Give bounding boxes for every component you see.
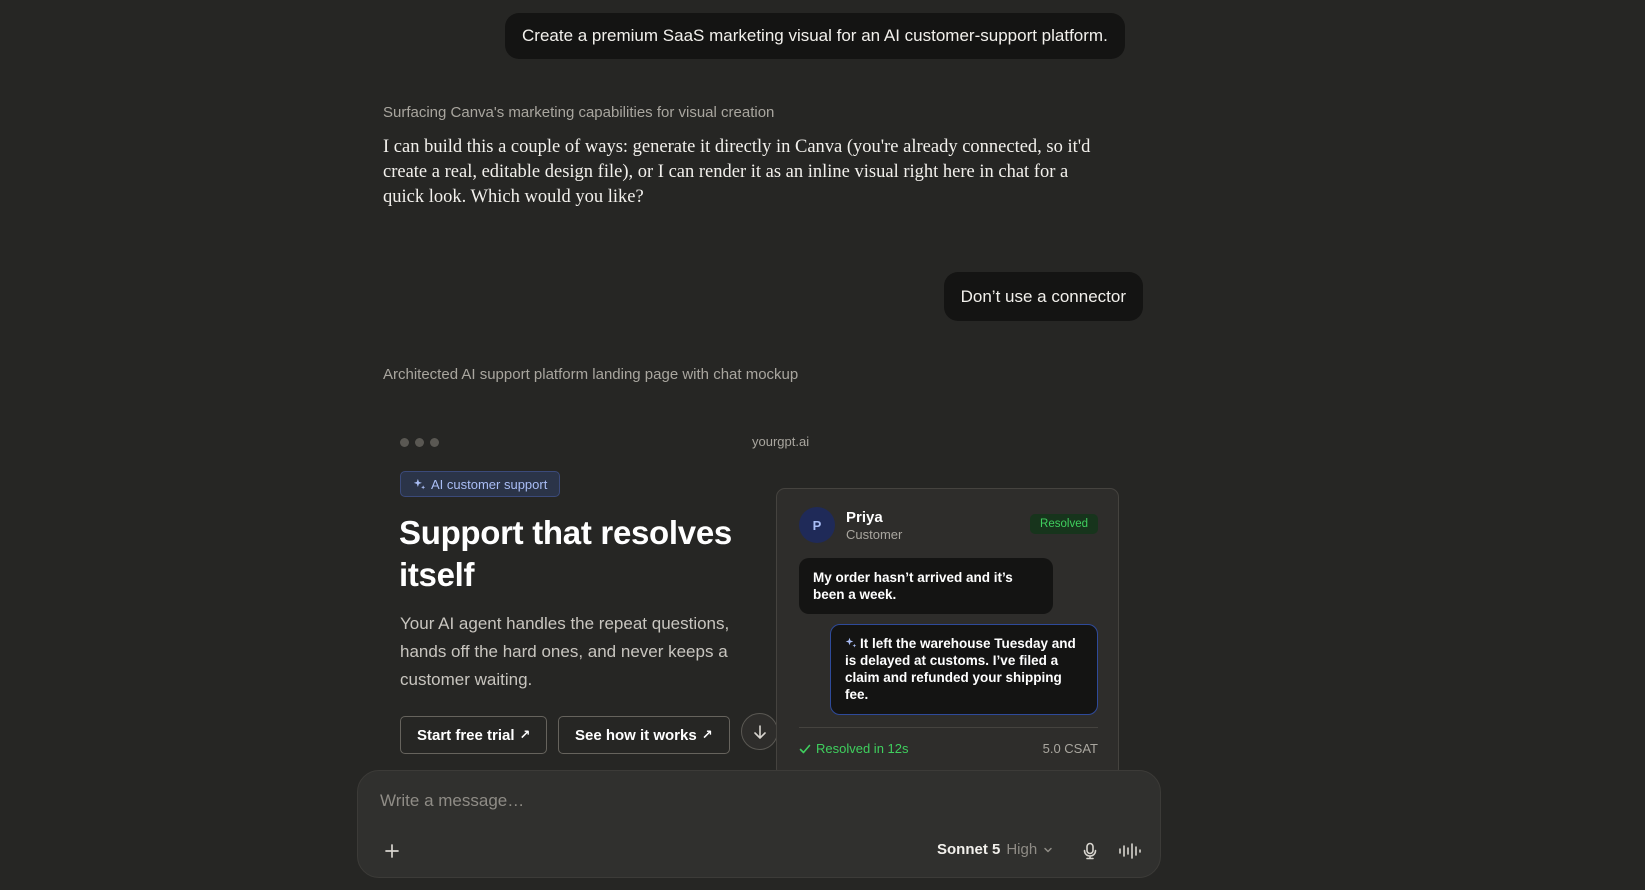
sparkle-icon [845,637,857,648]
microphone-icon [1083,842,1097,860]
customer-role: Customer [846,527,903,542]
scroll-to-bottom-button[interactable] [741,713,778,750]
button-label: See how it works [575,726,697,744]
thinking-summary[interactable]: Architected AI support platform landing … [383,366,798,383]
customer-name: Priya [846,509,883,526]
chat-page: Create a premium SaaS marketing visual f… [0,0,1645,890]
add-attachment-button[interactable] [378,837,406,865]
plus-icon [385,844,399,858]
status-badge: Resolved [1030,514,1098,534]
microphone-button[interactable] [1077,838,1103,864]
button-label: Start free trial [417,726,515,744]
voice-mode-button[interactable] [1116,838,1144,864]
ai-reply-text: It left the warehouse Tuesday and is del… [845,636,1076,702]
model-effort: High [1006,841,1038,858]
see-how-it-works-button[interactable]: See how it works ↗ [558,716,730,754]
customer-chat-message: My order hasn’t arrived and it’s been a … [799,558,1053,614]
avatar: P [799,507,835,543]
window-dot [415,438,424,447]
model-selector[interactable]: Sonnet 5 High [937,841,1053,858]
support-chat-mockup: P Priya Customer Resolved My order hasn’… [776,488,1119,778]
model-name: Sonnet 5 [937,841,1001,858]
waveform-icon [1119,843,1141,859]
window-dot [400,438,409,447]
resolution-time-label: Resolved in 12s [816,741,909,756]
preview-url: yourgpt.ai [752,434,810,449]
sparkle-icon [413,478,426,489]
user-message: Don’t use a connector [943,272,1143,321]
resolution-time: Resolved in 12s [799,741,909,756]
external-arrow-icon: ↗ [519,727,531,742]
ai-chat-message: It left the warehouse Tuesday and is del… [830,624,1098,715]
message-input[interactable] [380,791,1080,811]
chevron-down-icon [1044,847,1052,852]
hero-headline: Support that resolves itself [399,514,732,593]
message-composer: Sonnet 5 High [357,770,1161,878]
start-free-trial-button[interactable]: Start free trial ↗ [400,716,548,754]
external-arrow-icon: ↗ [701,727,713,742]
assistant-message: I can build this a couple of ways: gener… [383,137,1091,207]
window-dot [430,438,439,447]
hero-badge-label: AI customer support [431,476,548,492]
divider [799,727,1098,728]
user-message: Create a premium SaaS marketing visual f… [505,13,1125,59]
check-icon [799,744,811,753]
arrow-down-icon [753,724,766,739]
hero-subheadline: Your AI agent handles the repeat questio… [400,614,730,689]
hero-badge: AI customer support [400,471,561,497]
thinking-summary[interactable]: Surfacing Canva's marketing capabilities… [383,104,774,121]
csat-score: 5.0 CSAT [1042,741,1098,756]
browser-window-dots [400,438,439,447]
